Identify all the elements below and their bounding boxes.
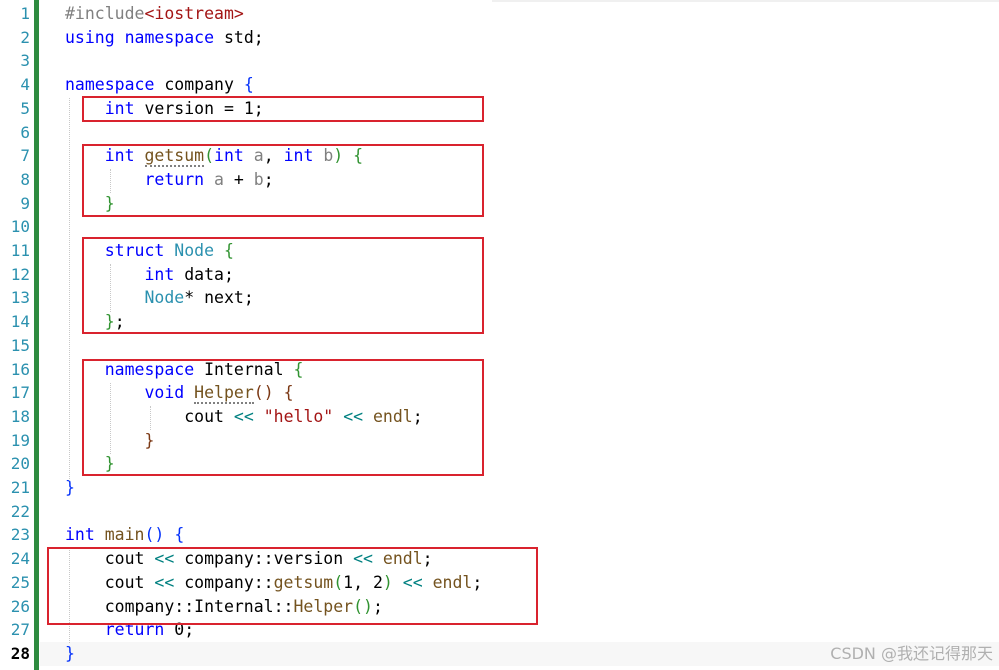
code-token: std; [214, 27, 264, 47]
line-number: 8 [20, 169, 30, 189]
code-token: namespace [124, 27, 215, 47]
code-token: <iostream> [144, 4, 244, 23]
code-token: main [104, 525, 145, 545]
line-number: 2 [20, 27, 30, 47]
code-line[interactable]: 2 using namespace std; [0, 26, 999, 50]
code-line[interactable]: 10 [0, 215, 999, 239]
code-token: { [243, 75, 254, 95]
line-number: 27 [10, 620, 30, 640]
line-number: 1 [20, 4, 30, 23]
code-text: namespace company { [65, 73, 254, 97]
code-text: } [65, 642, 75, 666]
code-line[interactable]: 6 [0, 121, 999, 145]
line-number: 4 [20, 75, 30, 95]
code-token: namespace [65, 75, 155, 95]
line-number: 7 [20, 146, 30, 166]
code-line[interactable]: 4 namespace company { [0, 73, 999, 97]
code-text: using namespace std; [65, 26, 264, 50]
line-number: 3 [20, 51, 30, 71]
highlight-box-function [82, 144, 484, 217]
code-line[interactable]: 21} [0, 476, 999, 500]
line-number: 26 [10, 596, 30, 616]
line-number: 15 [10, 335, 30, 355]
line-number: 11 [10, 241, 30, 260]
code-line[interactable]: 3 [0, 49, 999, 73]
highlight-box-main-calls [47, 547, 538, 625]
line-number: 9 [20, 193, 30, 213]
code-token: { [174, 525, 185, 545]
line-number: 23 [10, 525, 30, 545]
code-text: int main() { [65, 523, 184, 547]
line-number: 12 [10, 264, 30, 284]
code-line[interactable]: 15 [0, 334, 999, 358]
line-number: 28 [10, 643, 30, 663]
watermark: CSDN @我还记得那天 [830, 644, 993, 663]
code-editor[interactable]: 1 #include<iostream> 2 using namespace std;… [0, 0, 999, 670]
line-number: 19 [10, 430, 30, 450]
line-number: 18 [10, 406, 30, 426]
line-number: 21 [10, 478, 30, 497]
line-number: 5 [20, 98, 30, 118]
code-line[interactable]: 1 #include<iostream> [0, 2, 999, 26]
line-number: 13 [10, 288, 30, 308]
code-text: #include<iostream> [65, 2, 244, 26]
highlight-box-namespace [82, 359, 484, 476]
line-number: 6 [20, 122, 30, 142]
code-line[interactable]: 23 int main() { [0, 523, 999, 547]
code-token: () [144, 525, 165, 545]
code-token: } [65, 643, 75, 663]
code-token: company [154, 75, 244, 95]
line-number: 10 [10, 217, 30, 237]
code-line[interactable]: 22 [0, 500, 999, 524]
code-token: using [65, 27, 115, 47]
line-number: 25 [10, 572, 30, 592]
line-number: 14 [10, 312, 30, 332]
line-number: 24 [10, 549, 30, 569]
highlight-box-variable [82, 96, 484, 122]
indent-guide [69, 98, 70, 481]
code-token: #include [65, 4, 145, 23]
line-number: 17 [10, 383, 30, 403]
line-number: 22 [10, 501, 30, 521]
line-number: 16 [10, 359, 30, 379]
code-token: int [65, 525, 95, 545]
highlight-box-struct [82, 237, 484, 334]
line-number: 20 [10, 454, 30, 474]
